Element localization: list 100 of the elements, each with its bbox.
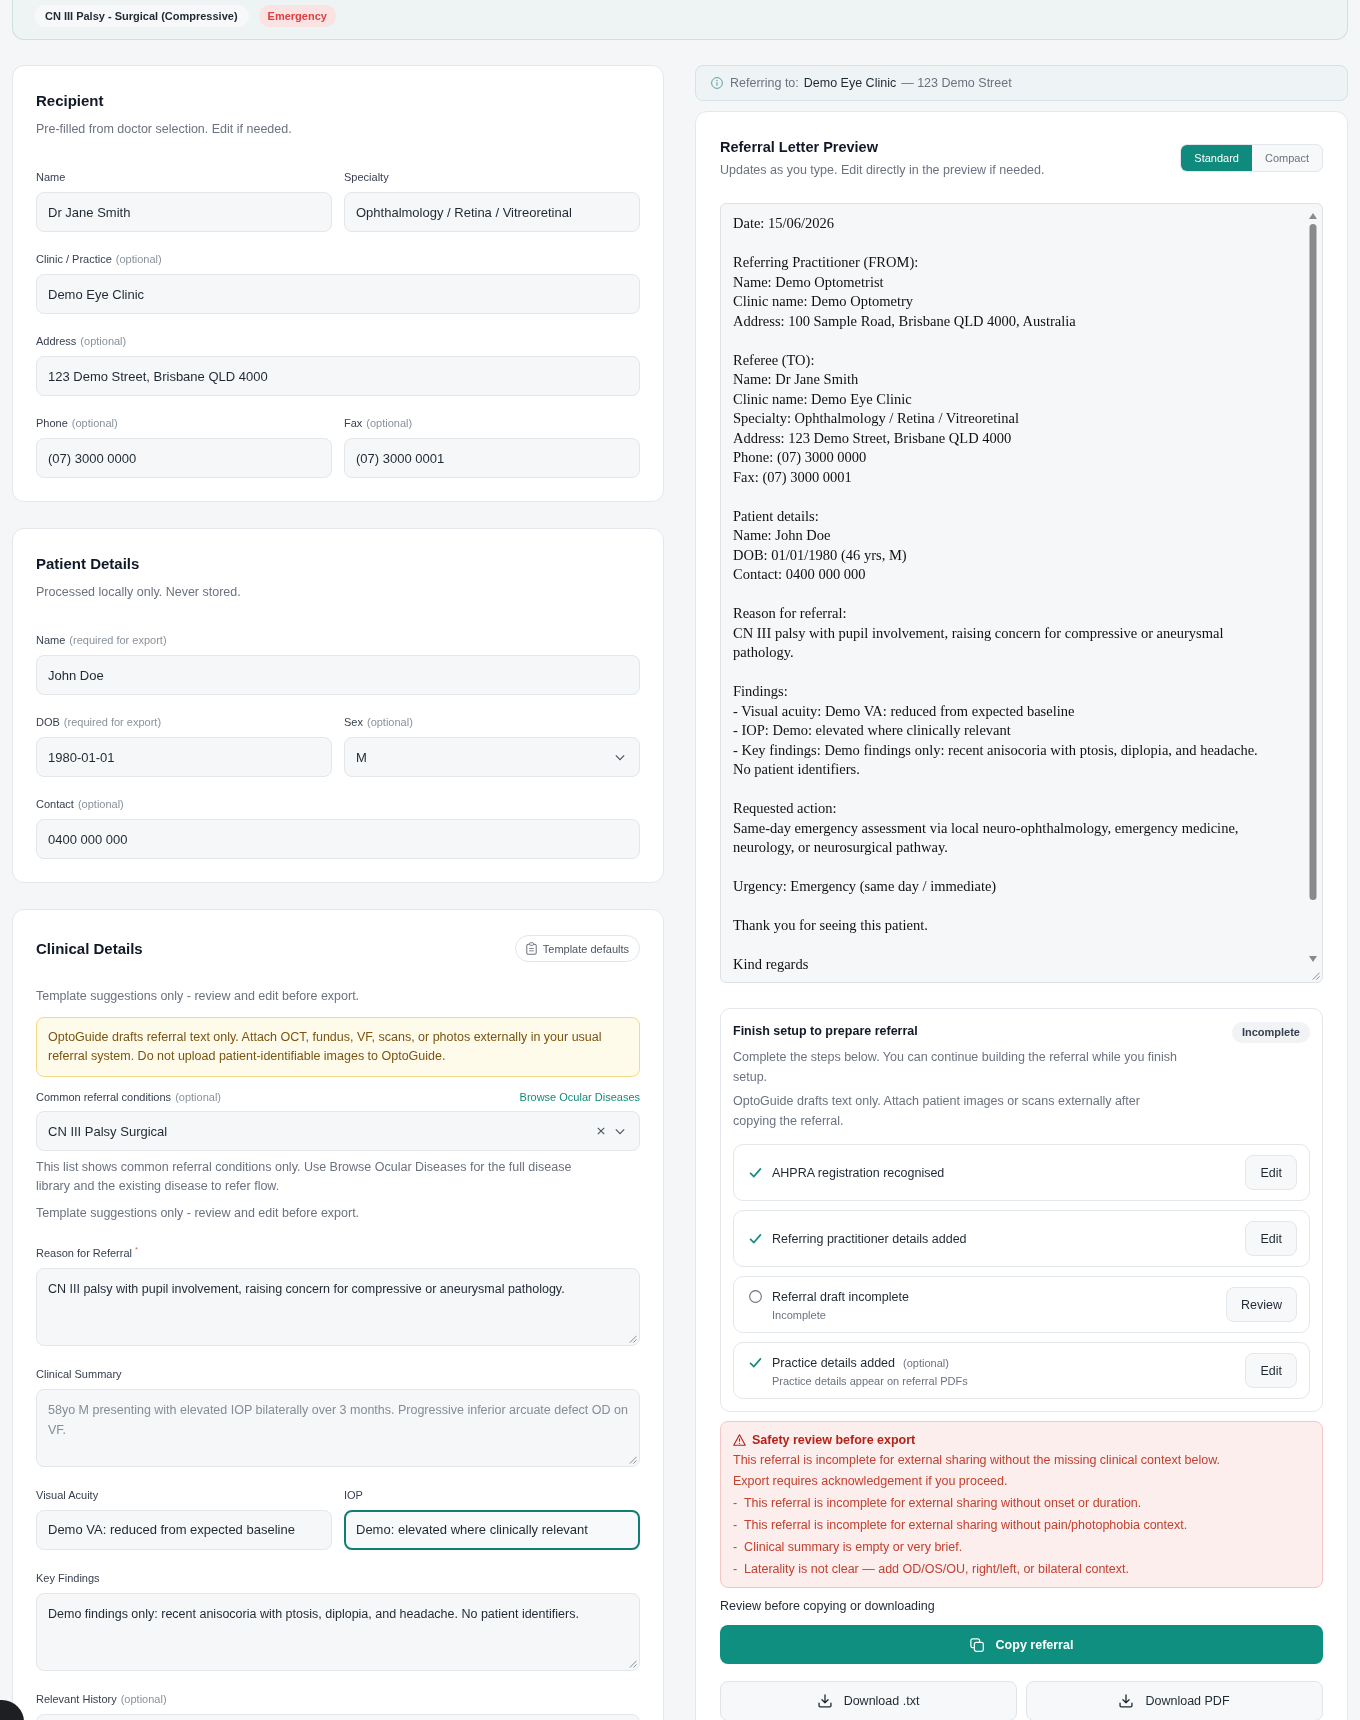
card-title: Patient Details xyxy=(36,554,141,574)
field-label: Relevant History xyxy=(36,1691,117,1706)
field-label: Address xyxy=(36,334,77,348)
field-label: IOP xyxy=(344,1487,363,1502)
setup-description: Complete the steps below. You can continue building the referral while you finish setup. xyxy=(733,1049,1179,1086)
field-hint: (optional) xyxy=(120,1691,167,1706)
clear-icon[interactable] xyxy=(597,1127,605,1135)
field-label: Name xyxy=(36,633,66,647)
clinic-name: Demo Eye Clinic xyxy=(803,76,897,90)
step-button[interactable]: Edit xyxy=(1245,1155,1297,1190)
letter-text: Date: 15/06/2026 Referring Practitioner (FROM): Name: Demo Optometrist Clinic name: Demo Optometry Address: 100 Sample Road, Brisbane QLD 4000, Australia Referee (TO): Name: Dr Jane Smith Clinic name: Demo Eye Clinic Specialty: Ophthalmology / Retina / Vitreoretinal Address: 123 Demo Street, Brisbane QLD 4000 Phone: (07) 3000 0000 Fax: (07) 3000 0001 Patient details: Name: John Doe DOB: 01/01/1980 (46 yrs, M) Contact: 0400 000 000 Reason for referral: CN III palsy with pupil involvement, raising concern for compressive or aneurysmal pathology. Findings: - Visual acuity: Demo VA: reduced from expected baseline - IOP: Demo: elevated where clinically relevant - Key findings: Demo findings only: recent anisocoria with ptosis, diplopia, and headache. No patient identifiers. Requested action: Same-day emergency assessment via local neuro-ophthalmology, emergency medicine, neurology, or neurosurgical pathway. Urgency: Emergency (same day / immediate) Thank you for seeing this patient. Kind regards xyxy=(732,214,1259,974)
step-label: Referral draft incomplete xyxy=(772,1288,909,1306)
setup-title: Finish setup to prepare referral xyxy=(733,1023,918,1040)
field-hint: (optional) xyxy=(366,715,413,729)
field-label: Contact xyxy=(36,797,74,811)
field-hint: (optional) xyxy=(175,1090,221,1104)
resize-grip-icon[interactable] xyxy=(628,1454,637,1464)
download-icon xyxy=(1119,1694,1134,1708)
clipboard-icon xyxy=(525,942,537,955)
field-label: Clinic / Practice xyxy=(36,252,112,266)
review-note: Review before copying or downloading xyxy=(720,1598,936,1615)
alert-text: This referral is incomplete for external sharing without the missing clinical context below. xyxy=(733,1452,1222,1469)
field-label: Phone xyxy=(36,416,68,430)
text-field[interactable]: Demo: elevated where clinically relevant xyxy=(344,1509,640,1550)
text-area[interactable]: Demo findings only: recent anisocoria with ptosis, diplopia, and headache. No patient identifiers. xyxy=(36,1592,640,1671)
step-label: Referring practitioner details added xyxy=(772,1230,967,1248)
field-hint: (optional) xyxy=(115,252,162,266)
text-field[interactable]: 1980-01-01 xyxy=(36,737,332,777)
download-button[interactable]: Download PDF xyxy=(1026,1681,1323,1720)
condition-tag: CN III Palsy - Surgical (Compressive) xyxy=(34,5,249,27)
mode-tab[interactable]: Compact xyxy=(1251,145,1322,171)
alert-item: - Clinical summary is empty or very brief. xyxy=(733,1539,964,1556)
download-button[interactable]: Download .txt xyxy=(720,1681,1017,1720)
field-hint: (required for export) xyxy=(63,715,162,729)
field-label: Sex xyxy=(344,715,363,729)
text-field[interactable]: 123 Demo Street, Brisbane QLD 4000 xyxy=(36,356,640,396)
alert-text: Export requires acknowledgement if you proceed. xyxy=(733,1473,1009,1490)
text-area[interactable]: CN III palsy with pupil involvement, raising concern for compressive or aneurysmal pathology. xyxy=(36,1267,640,1346)
step-button[interactable]: Edit xyxy=(1245,1353,1297,1388)
alert-item: - This referral is incomplete for external sharing without onset or duration. xyxy=(733,1495,1143,1512)
setup-description: OptoGuide drafts text only. Attach patient images or scans externally after copying the referral. xyxy=(733,1093,1141,1130)
alert-item: - This referral is incomplete for external sharing without pain/photophobia context. xyxy=(733,1517,1189,1534)
chevron-down-icon xyxy=(615,753,625,761)
card-title: Referral Letter Preview xyxy=(720,138,879,157)
card-subtitle: Updates as you type. Edit directly in the preview if needed. xyxy=(720,162,1045,179)
warning-icon xyxy=(733,1434,746,1446)
mode-tab[interactable]: Standard xyxy=(1181,145,1252,171)
card-title: Recipient xyxy=(36,91,105,111)
field-hint: (optional) xyxy=(366,416,413,430)
field-label: Fax xyxy=(344,416,363,430)
status-badge: Incomplete xyxy=(1231,1022,1310,1043)
step-label: Practice details added xyxy=(772,1354,895,1372)
resize-grip-icon[interactable] xyxy=(628,1658,637,1668)
template-defaults-button[interactable]: Template defaults xyxy=(514,935,640,962)
text-field[interactable]: Ophthalmology / Retina / Vitreoretinal xyxy=(344,192,640,232)
info-icon xyxy=(711,77,723,89)
helper-text: This list shows common referral conditions only. Use Browse Ocular Diseases for the full disease library and the existing disease to refer flow. xyxy=(36,1159,573,1195)
text-field[interactable]: Demo Eye Clinic xyxy=(36,274,640,314)
clinic-address: — 123 Demo Street xyxy=(901,76,1012,90)
copy-icon xyxy=(969,1637,984,1652)
step-button[interactable]: Review xyxy=(1226,1287,1297,1322)
card-subtitle: Processed locally only. Never stored. xyxy=(36,584,242,601)
step-status: Incomplete xyxy=(772,1307,827,1322)
card-title: Clinical Details xyxy=(36,938,143,959)
field-label: Common referral conditions xyxy=(36,1090,172,1104)
field-label: DOB xyxy=(36,715,60,729)
urgency-badge: Emergency xyxy=(258,5,336,27)
resize-grip-icon[interactable] xyxy=(628,1333,637,1343)
text-field[interactable]: (07) 3000 0000 xyxy=(36,438,332,478)
field-label: Specialty xyxy=(344,170,389,184)
field-hint: (optional) xyxy=(77,797,124,811)
field-label: Name xyxy=(36,170,66,184)
chevron-down-icon xyxy=(615,1127,625,1135)
field-label: Reason for Referral $^{*}$ xyxy=(36,1244,139,1260)
step-label: AHPRA registration recognised xyxy=(772,1164,945,1182)
browse-link[interactable]: Browse Ocular Diseases xyxy=(519,1090,640,1104)
helper-text: Template suggestions only - review and edit before export. xyxy=(36,1205,361,1222)
copy-button[interactable]: Copy referral xyxy=(720,1625,1323,1664)
condition-select[interactable]: CN III Palsy Surgical xyxy=(36,1111,640,1151)
step-note: Practice details appear on referral PDFs xyxy=(772,1373,968,1388)
select-field[interactable]: M xyxy=(344,737,640,777)
step-tag: (optional) xyxy=(903,1355,949,1370)
text-field[interactable]: 0400 000 000 xyxy=(36,819,640,859)
resize-grip-icon[interactable] xyxy=(1311,971,1320,980)
text-field[interactable]: Demo VA: reduced from expected baseline xyxy=(36,1509,332,1550)
field-label: Visual Acuity xyxy=(36,1487,99,1502)
text-area[interactable]: 58yo M presenting with elevated IOP bilaterally over 3 months. Progressive inferior arcuate defect OD on VF. xyxy=(36,1388,640,1467)
download-icon xyxy=(817,1694,832,1708)
text-field[interactable]: John Doe xyxy=(36,655,640,695)
field-hint: (optional) xyxy=(71,416,118,430)
field-label: Key Findings xyxy=(36,1570,100,1585)
alert-title: Safety review before export xyxy=(752,1432,916,1449)
referring-label: Referring to: xyxy=(730,76,799,90)
card-subtitle: Pre-filled from doctor selection. Edit if needed. xyxy=(36,121,293,138)
field-hint: (optional) xyxy=(80,334,127,348)
text-field[interactable]: Dr Jane Smith xyxy=(36,192,332,232)
step-button[interactable]: Edit xyxy=(1245,1221,1297,1256)
alert-item: - Laterality is not clear — add OD/OS/OU, right/left, or bilateral context. xyxy=(733,1561,1130,1578)
text-field[interactable]: (07) 3000 0001 xyxy=(344,438,640,478)
field-label: Clinical Summary xyxy=(36,1366,122,1381)
